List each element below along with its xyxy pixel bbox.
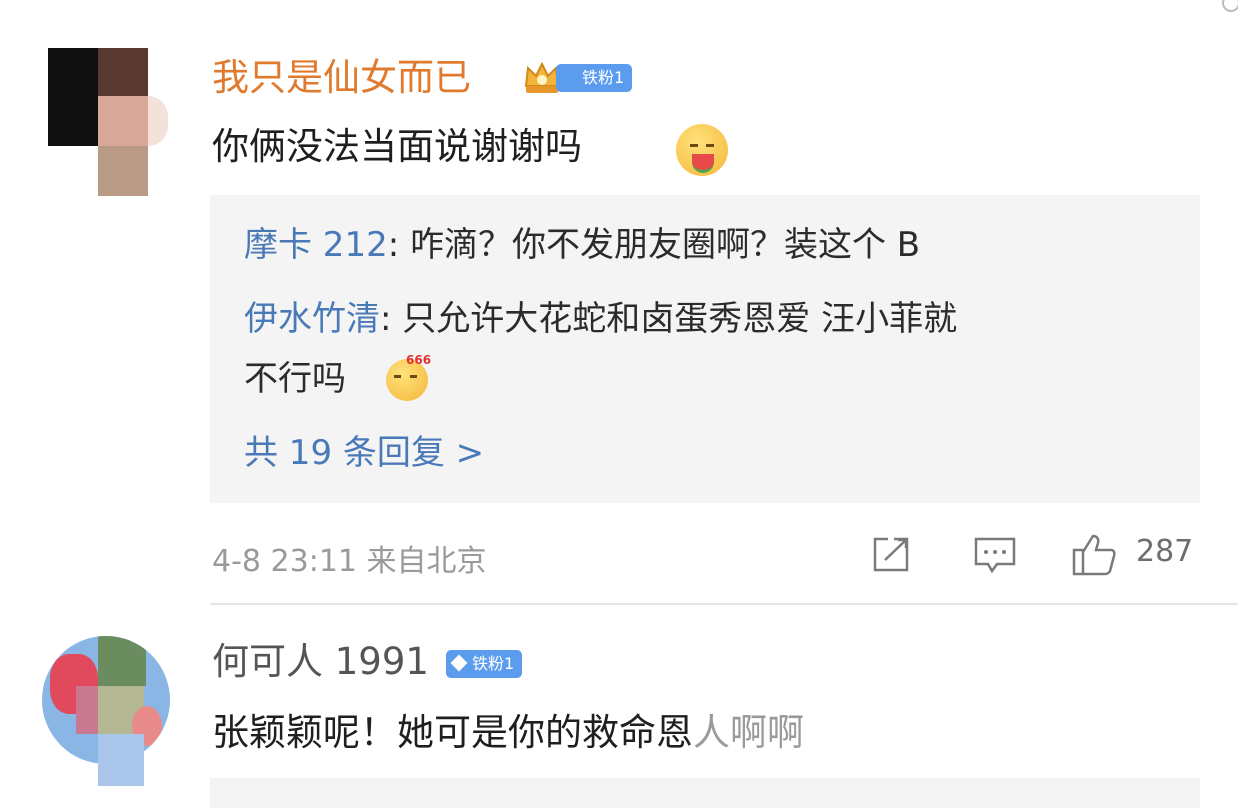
corner-mark bbox=[1222, 0, 1238, 12]
share-icon[interactable] bbox=[870, 534, 912, 576]
thumbs-up-icon bbox=[1070, 530, 1118, 578]
blur-overlay bbox=[692, 712, 950, 758]
reply-text: : 只允许大花蛇和卤蛋秀恩爱 汪小菲就 bbox=[380, 299, 958, 339]
comment-icon[interactable] bbox=[972, 534, 1018, 576]
reply-item: 摩卡 212: 咋滴？你不发朋友圈啊？装这个 B bbox=[244, 223, 920, 267]
divider bbox=[210, 603, 1238, 605]
like-count: 287 bbox=[1136, 534, 1194, 569]
fan-badge: 铁粉1 bbox=[446, 650, 523, 678]
watermelon-emoji-icon bbox=[676, 124, 728, 176]
username[interactable]: 我只是仙女而已 bbox=[212, 56, 471, 100]
comment-text: 你俩没法当面说谢谢吗 bbox=[212, 125, 582, 168]
username[interactable]: 何可人 1991 bbox=[212, 640, 429, 684]
reply-box[interactable]: 摩卡 212: 咋滴？你不发朋友圈啊？装这个 B 伊水竹清: 只允许大花蛇和卤蛋… bbox=[210, 195, 1200, 503]
comment-meta: 4-8 23:11 来自北京 bbox=[212, 544, 487, 579]
reply-item: 伊水竹清: 只允许大花蛇和卤蛋秀恩爱 汪小菲就 bbox=[244, 297, 957, 341]
fan-badge: 铁粉1 bbox=[556, 64, 633, 92]
reply-author[interactable]: 摩卡 212 bbox=[244, 225, 388, 265]
avatar[interactable] bbox=[48, 48, 168, 198]
diamond-icon bbox=[450, 654, 468, 672]
view-all-replies-link[interactable]: 共 19 条回复 > bbox=[244, 431, 484, 475]
reply-text: : 咋滴？你不发朋友圈啊？装这个 B bbox=[387, 225, 921, 265]
666-emoji-icon: 666 bbox=[386, 353, 431, 401]
avatar[interactable] bbox=[42, 636, 170, 786]
reply-author[interactable]: 伊水竹清 bbox=[244, 299, 380, 339]
reply-text-continued: 不行吗 bbox=[244, 359, 346, 399]
reply-box[interactable] bbox=[210, 778, 1200, 808]
